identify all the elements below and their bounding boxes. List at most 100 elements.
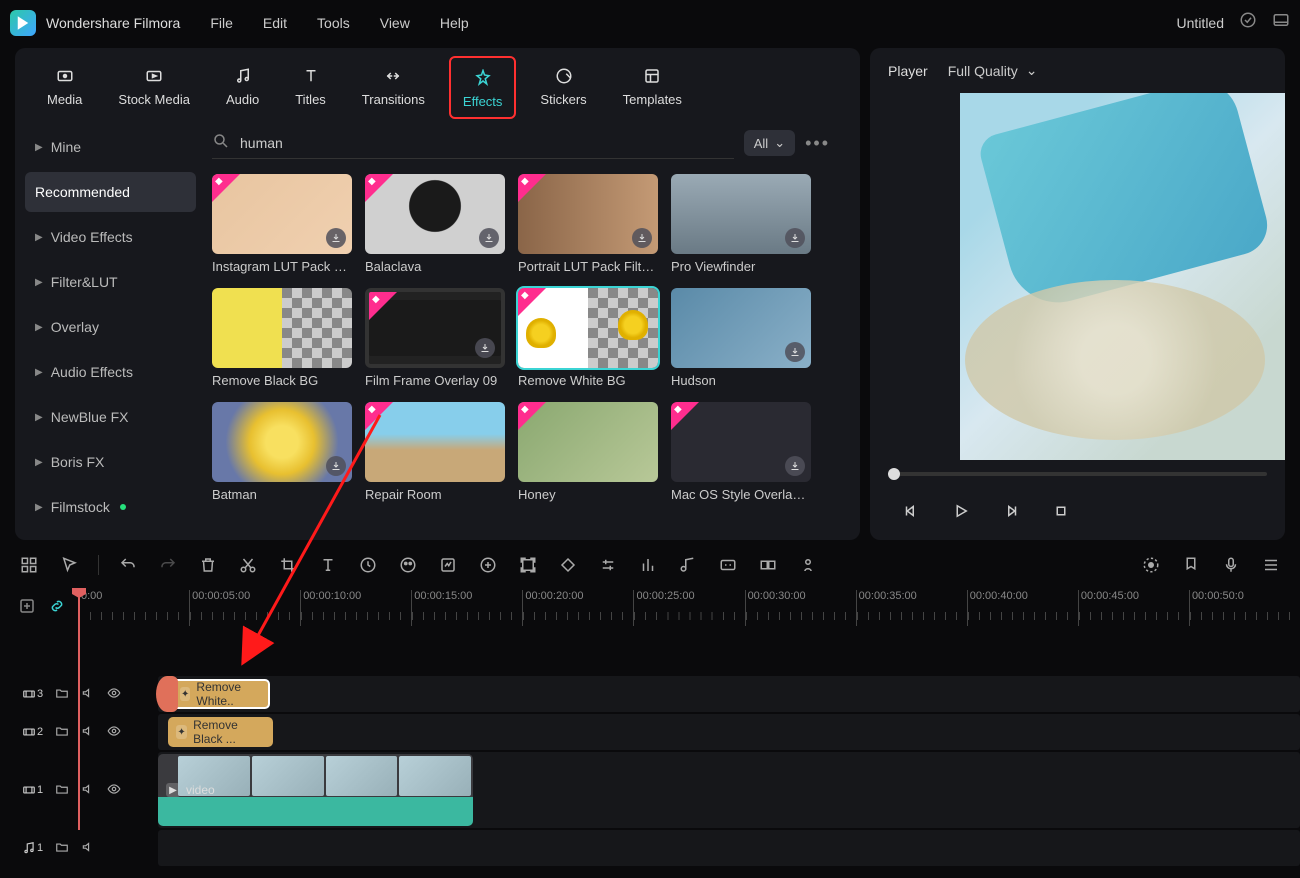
effect-thumbnail[interactable]: [212, 402, 352, 482]
effect-card[interactable]: Portrait LUT Pack Filter...: [518, 174, 658, 274]
prev-frame-button[interactable]: [900, 500, 922, 522]
layout-icon[interactable]: [1272, 11, 1290, 34]
sidebar-item-newblue[interactable]: ▶NewBlue FX: [25, 397, 196, 437]
visibility-icon[interactable]: [107, 686, 121, 703]
more-options-icon[interactable]: •••: [805, 133, 830, 154]
visibility-icon[interactable]: [107, 782, 121, 799]
mute-icon[interactable]: [81, 724, 95, 741]
marker-button[interactable]: [1180, 554, 1202, 576]
sidebar-item-overlay[interactable]: ▶Overlay: [25, 307, 196, 347]
sidebar-item-boris[interactable]: ▶Boris FX: [25, 442, 196, 482]
download-icon[interactable]: [785, 456, 805, 476]
layout-grid-icon[interactable]: [18, 554, 40, 576]
quality-dropdown[interactable]: Full Quality ⌄: [948, 62, 1038, 79]
keyframe-button[interactable]: [557, 554, 579, 576]
link-tracks-icon[interactable]: [48, 597, 66, 620]
mute-icon[interactable]: [81, 840, 95, 857]
effect-card[interactable]: Remove Black BG: [212, 288, 352, 388]
menu-view[interactable]: View: [380, 15, 410, 31]
tab-transitions[interactable]: Transitions: [350, 56, 437, 119]
effect-card[interactable]: Balaclava: [365, 174, 505, 274]
track-body[interactable]: ✦ Remove Black ...: [158, 714, 1300, 750]
player-scrubber[interactable]: [888, 472, 1267, 476]
next-frame-button[interactable]: [1000, 500, 1022, 522]
track-body[interactable]: ▶ video: [158, 752, 1300, 828]
folder-icon[interactable]: [55, 724, 69, 741]
download-icon[interactable]: [479, 228, 499, 248]
effect-thumbnail[interactable]: [365, 402, 505, 482]
effect-card[interactable]: Repair Room: [365, 402, 505, 502]
render-button[interactable]: [1140, 554, 1162, 576]
audio-mixer-button[interactable]: [637, 554, 659, 576]
effect-thumbnail[interactable]: [212, 288, 352, 368]
folder-icon[interactable]: [55, 686, 69, 703]
undo-button[interactable]: [117, 554, 139, 576]
preview-viewport[interactable]: [960, 93, 1285, 460]
timeline-ruler[interactable]: 0:0000:00:05:0000:00:10:0000:00:15:0000:…: [78, 590, 1300, 626]
folder-icon[interactable]: [55, 782, 69, 799]
text-button[interactable]: [317, 554, 339, 576]
clip-start-handle[interactable]: [156, 676, 178, 712]
menu-help[interactable]: Help: [440, 15, 469, 31]
track-body[interactable]: [158, 830, 1300, 866]
effect-thumbnail[interactable]: [518, 402, 658, 482]
sidebar-item-audio-effects[interactable]: ▶Audio Effects: [25, 352, 196, 392]
clip-remove-black[interactable]: ✦ Remove Black ...: [168, 717, 273, 747]
color-button[interactable]: [397, 554, 419, 576]
effect-card[interactable]: Film Frame Overlay 09: [365, 288, 505, 388]
scrubber-handle[interactable]: [888, 468, 900, 480]
search-input[interactable]: [240, 135, 734, 151]
cursor-tool-icon[interactable]: [58, 554, 80, 576]
effect-card[interactable]: Honey: [518, 402, 658, 502]
tab-media[interactable]: Media: [35, 56, 94, 119]
download-icon[interactable]: [326, 456, 346, 476]
tab-titles[interactable]: Titles: [283, 56, 338, 119]
greenscreen-button[interactable]: [437, 554, 459, 576]
tab-effects[interactable]: Effects: [449, 56, 517, 119]
sidebar-item-mine[interactable]: ▶Mine: [25, 127, 196, 167]
effect-thumbnail[interactable]: [671, 174, 811, 254]
download-icon[interactable]: [632, 228, 652, 248]
download-icon[interactable]: [326, 228, 346, 248]
clip-remove-white[interactable]: ✦ Remove White..: [170, 679, 270, 709]
menu-edit[interactable]: Edit: [263, 15, 287, 31]
sidebar-item-recommended[interactable]: Recommended: [25, 172, 196, 212]
track-body[interactable]: ✦ Remove White..: [158, 676, 1300, 712]
tab-stock-media[interactable]: Stock Media: [106, 56, 202, 119]
stop-button[interactable]: [1050, 500, 1072, 522]
tab-audio[interactable]: Audio: [214, 56, 271, 119]
menu-file[interactable]: File: [210, 15, 233, 31]
speedramp-button[interactable]: [477, 554, 499, 576]
visibility-icon[interactable]: [107, 724, 121, 741]
clip-video[interactable]: ▶ video: [158, 754, 473, 826]
speed-button[interactable]: [357, 554, 379, 576]
voiceover-button[interactable]: [1220, 554, 1242, 576]
cut-button[interactable]: [237, 554, 259, 576]
effect-card[interactable]: Remove White BG: [518, 288, 658, 388]
split-button[interactable]: [757, 554, 779, 576]
effect-thumbnail[interactable]: [518, 288, 658, 368]
effect-card[interactable]: Instagram LUT Pack Fil...: [212, 174, 352, 274]
effect-thumbnail[interactable]: [671, 288, 811, 368]
detach-audio-button[interactable]: [677, 554, 699, 576]
sidebar-item-filter-lut[interactable]: ▶Filter&LUT: [25, 262, 196, 302]
tab-templates[interactable]: Templates: [611, 56, 694, 119]
autoframe-button[interactable]: [517, 554, 539, 576]
effect-card[interactable]: Hudson: [671, 288, 811, 388]
mute-icon[interactable]: [81, 686, 95, 703]
download-icon[interactable]: [785, 342, 805, 362]
adjust-button[interactable]: [597, 554, 619, 576]
download-icon[interactable]: [475, 338, 495, 358]
caption-button[interactable]: [717, 554, 739, 576]
effect-thumbnail[interactable]: [365, 174, 505, 254]
effect-thumbnail[interactable]: [671, 402, 811, 482]
effect-thumbnail[interactable]: [365, 288, 505, 368]
mixer-panel-button[interactable]: [1260, 554, 1282, 576]
effect-card[interactable]: Batman: [212, 402, 352, 502]
motion-button[interactable]: [797, 554, 819, 576]
sidebar-item-video-effects[interactable]: ▶Video Effects: [25, 217, 196, 257]
sidebar-item-filmstock[interactable]: ▶Filmstock: [25, 487, 196, 527]
effect-card[interactable]: Pro Viewfinder: [671, 174, 811, 274]
effect-thumbnail[interactable]: [212, 174, 352, 254]
playhead[interactable]: [78, 590, 80, 830]
